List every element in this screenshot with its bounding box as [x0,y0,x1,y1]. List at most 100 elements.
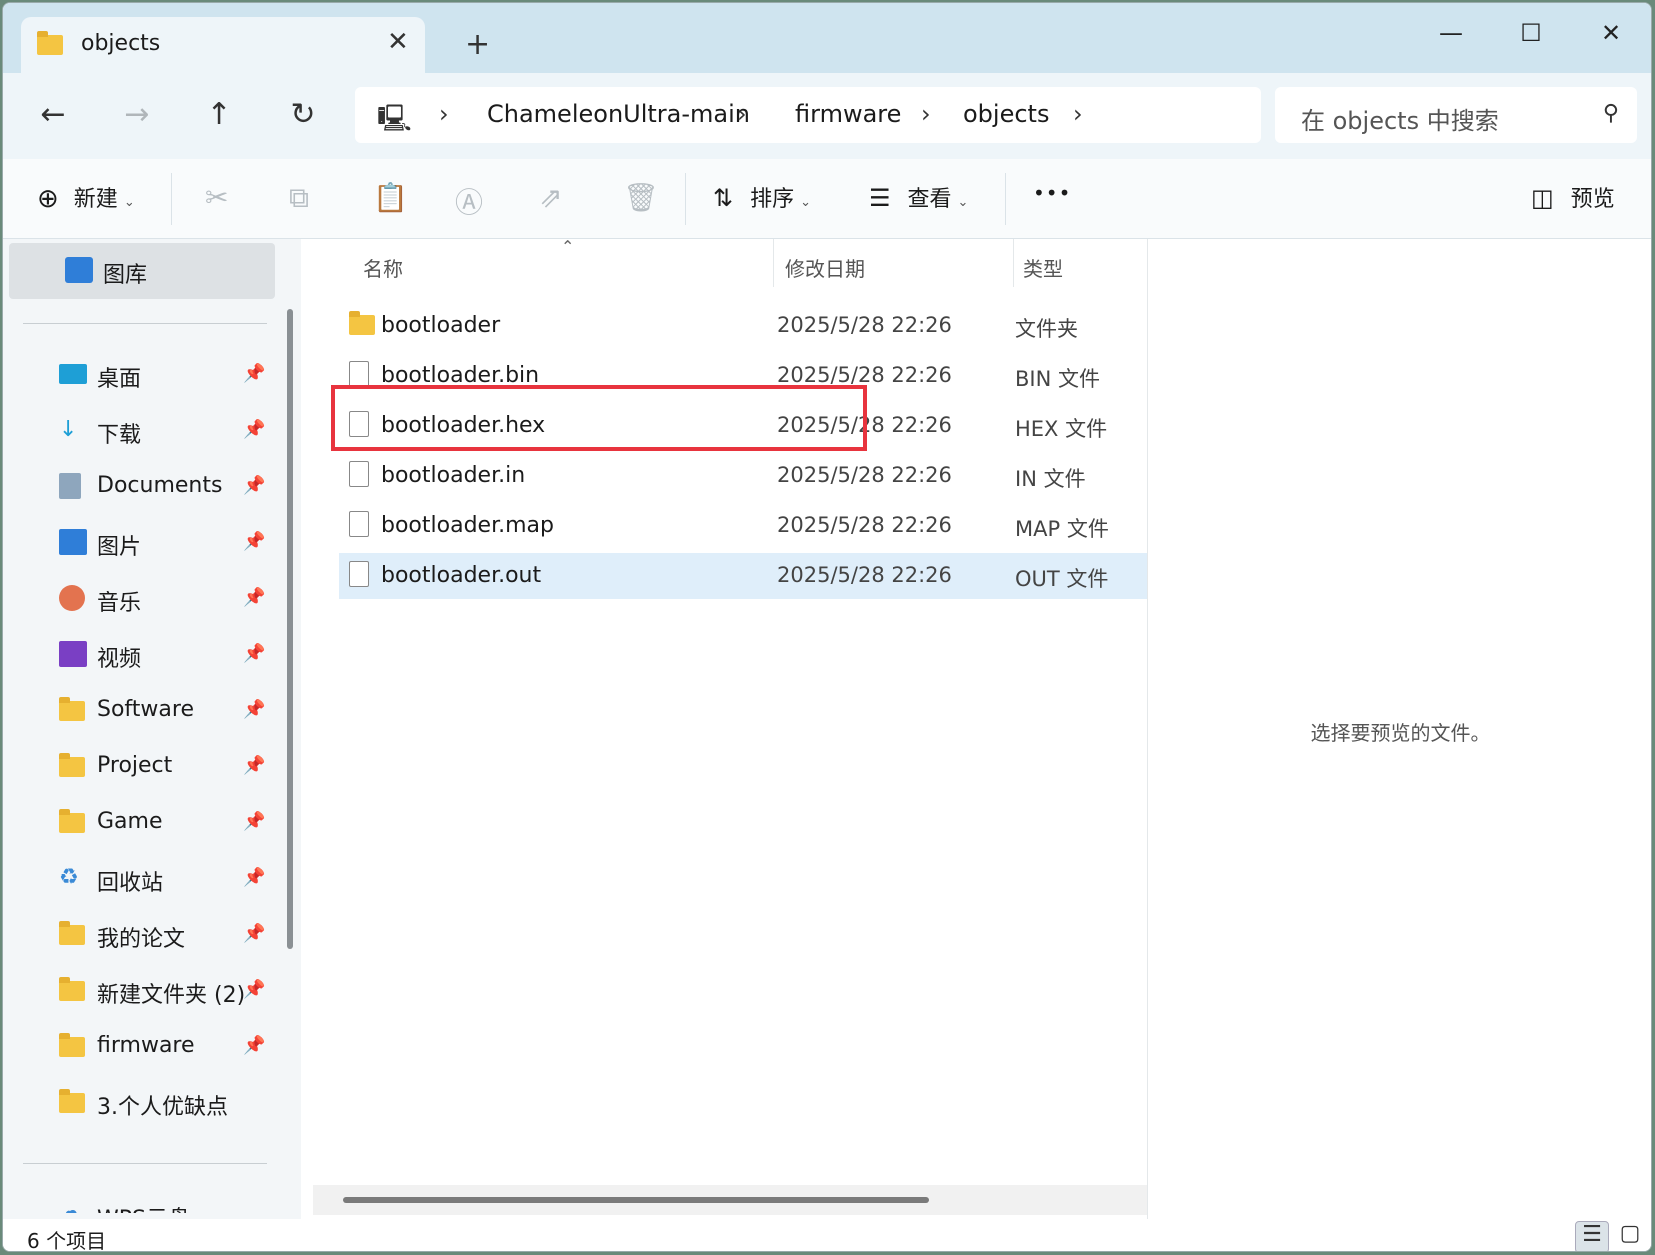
file-row[interactable]: bootloader.out 2025/5/28 22:26 OUT 文件 [339,553,1147,599]
pin-icon[interactable]: 📌 [243,867,265,888]
pin-icon[interactable]: 📌 [243,923,265,944]
pin-icon[interactable]: 📌 [243,811,265,832]
cut-icon[interactable]: ✂ [205,181,228,214]
delete-icon[interactable]: 🗑 [623,181,659,214]
horizontal-scrollbar[interactable] [313,1185,1147,1215]
sidebar-item-videos[interactable]: 视频 [59,639,269,679]
sidebar-item-wps-cloud[interactable]: ☁ WPS云盘 [59,1191,269,1213]
file-row[interactable]: bootloader 2025/5/28 22:26 文件夹 [339,303,1147,349]
preview-message: 选择要预览的文件。 [1310,721,1491,745]
pin-icon[interactable]: 📌 [243,979,265,1000]
pin-icon[interactable]: 📌 [243,699,265,720]
maximize-button[interactable]: ☐ [1511,13,1551,53]
file-name: bootloader.map [381,513,554,538]
pin-icon[interactable]: 📌 [243,643,265,664]
search-box[interactable]: 在 objects 中搜索 ⚲ [1275,87,1637,143]
sidebar-item-label: 我的论文 [97,927,186,952]
column-header-type[interactable]: 类型 [1023,253,1063,282]
preview-pane-icon: ◫ [1531,184,1554,212]
pin-icon[interactable]: 📌 [243,531,265,552]
sidebar-item-software[interactable]: Software [59,695,269,735]
refresh-icon[interactable]: ↻ [283,97,323,132]
sidebar-item-project[interactable]: Project [59,751,269,791]
view-label: 查看 [907,187,952,212]
file-type: IN 文件 [1015,467,1086,491]
file-name: bootloader.out [381,563,542,588]
tab-objects[interactable]: objects ✕ [21,17,425,73]
sidebar-item-gallery[interactable]: 图库 [9,243,275,299]
sidebar-scrollbar[interactable] [287,309,293,949]
sidebar-item-recycle-bin[interactable]: ♻ 回收站 [59,863,269,903]
sidebar-item-desktop[interactable]: 桌面 [59,359,269,399]
sidebar-item-label: 桌面 [97,367,142,392]
sidebar-item-game[interactable]: Game [59,807,269,847]
sidebar-item-documents[interactable]: Documents [59,471,269,511]
this-pc-icon[interactable]: 🖳 [377,100,412,144]
sidebar-item-label: 3.个人优缺点 [97,1095,228,1120]
sort-ascending-icon: ⌃ [561,237,575,256]
rename-icon[interactable]: Ⓐ [455,181,483,221]
file-date: 2025/5/28 22:26 [777,563,952,587]
video-icon [59,641,87,667]
breadcrumb-firmware[interactable]: firmware [795,100,901,128]
sidebar-item-firmware[interactable]: firmware [59,1031,269,1071]
sidebar-item-pictures[interactable]: 图片 [59,527,269,567]
pin-icon[interactable]: 📌 [243,1035,265,1056]
sidebar-item-label: 新建文件夹 (2) [97,983,246,1008]
tab-close-icon[interactable]: ✕ [387,27,409,57]
breadcrumb-separator[interactable]: › [439,100,449,128]
sidebar-item-downloads[interactable]: ↓ 下载 [59,415,269,455]
new-button[interactable]: ⊕ 新建 ⌄ [37,181,135,214]
highlight-annotation-box [331,385,867,451]
folder-icon [59,1089,87,1115]
paste-icon[interactable]: 📋 [373,181,408,214]
sidebar-item-my-thesis[interactable]: 我的论文 [59,919,269,959]
sidebar-item-music[interactable]: 音乐 [59,583,269,623]
file-type: OUT 文件 [1015,567,1109,591]
gallery-icon [65,257,93,283]
address-bar[interactable]: 🖳 › ChameleonUltra-main › firmware › obj… [355,87,1261,143]
pin-icon[interactable]: 📌 [243,755,265,776]
share-icon[interactable]: ⇗ [539,181,562,214]
scrollbar-thumb[interactable] [343,1197,929,1203]
preview-button[interactable]: ◫ 预览 [1531,181,1615,213]
back-icon[interactable]: ← [33,97,73,132]
file-row[interactable]: bootloader.map 2025/5/28 22:26 MAP 文件 [339,503,1147,549]
file-type: BIN 文件 [1015,367,1100,391]
download-icon: ↓ [59,417,78,442]
column-header-date[interactable]: 修改日期 [785,253,865,282]
close-button[interactable]: ✕ [1591,13,1631,53]
pin-icon[interactable]: 📌 [243,363,265,384]
large-icons-view-icon[interactable]: ▢ [1613,1221,1647,1251]
sidebar-item-label: 音乐 [97,591,142,616]
file-date: 2025/5/28 22:26 [777,363,952,387]
pin-icon[interactable]: 📌 [243,587,265,608]
navigation-pane: 图库 桌面 📌 ↓ 下载 📌 Documents 📌 图片 📌 音乐 📌 视频 … [3,239,301,1219]
up-icon[interactable]: ↑ [199,97,239,132]
search-icon[interactable]: ⚲ [1603,101,1619,126]
copy-icon[interactable]: ⧉ [289,181,309,215]
file-explorer-window: objects ✕ + — ☐ ✕ ← → ↑ ↻ 🖳 › ChameleonU… [2,2,1652,1252]
sort-button[interactable]: ⇅ 排序 ⌄ [713,181,811,213]
more-options-button[interactable]: ••• [1033,181,1071,205]
file-type: HEX 文件 [1015,417,1108,441]
documents-icon [59,473,81,499]
breadcrumb-chameleonultra-main[interactable]: ChameleonUltra-main [487,100,750,128]
forward-icon[interactable]: → [117,97,157,132]
sidebar-item-new-folder-2[interactable]: 新建文件夹 (2) [59,975,269,1015]
breadcrumb-separator[interactable]: › [921,100,931,128]
pin-icon[interactable]: 📌 [243,419,265,440]
details-view-icon[interactable]: ☰ [1575,1221,1609,1251]
item-count: 6 个项目 [27,1229,107,1252]
pin-icon[interactable]: 📌 [243,475,265,496]
file-row[interactable]: bootloader.in 2025/5/28 22:26 IN 文件 [339,453,1147,499]
new-tab-button[interactable]: + [465,27,490,62]
column-header-name[interactable]: 名称 [363,253,403,282]
breadcrumb-separator[interactable]: › [737,100,747,128]
minimize-button[interactable]: — [1431,13,1471,53]
file-date: 2025/5/28 22:26 [777,463,952,487]
sidebar-item-strengths-weaknesses[interactable]: 3.个人优缺点 [59,1087,269,1127]
breadcrumb-separator[interactable]: › [1073,100,1083,128]
breadcrumb-objects[interactable]: objects [963,100,1049,128]
view-button[interactable]: ☰ 查看 ⌄ [869,181,968,213]
